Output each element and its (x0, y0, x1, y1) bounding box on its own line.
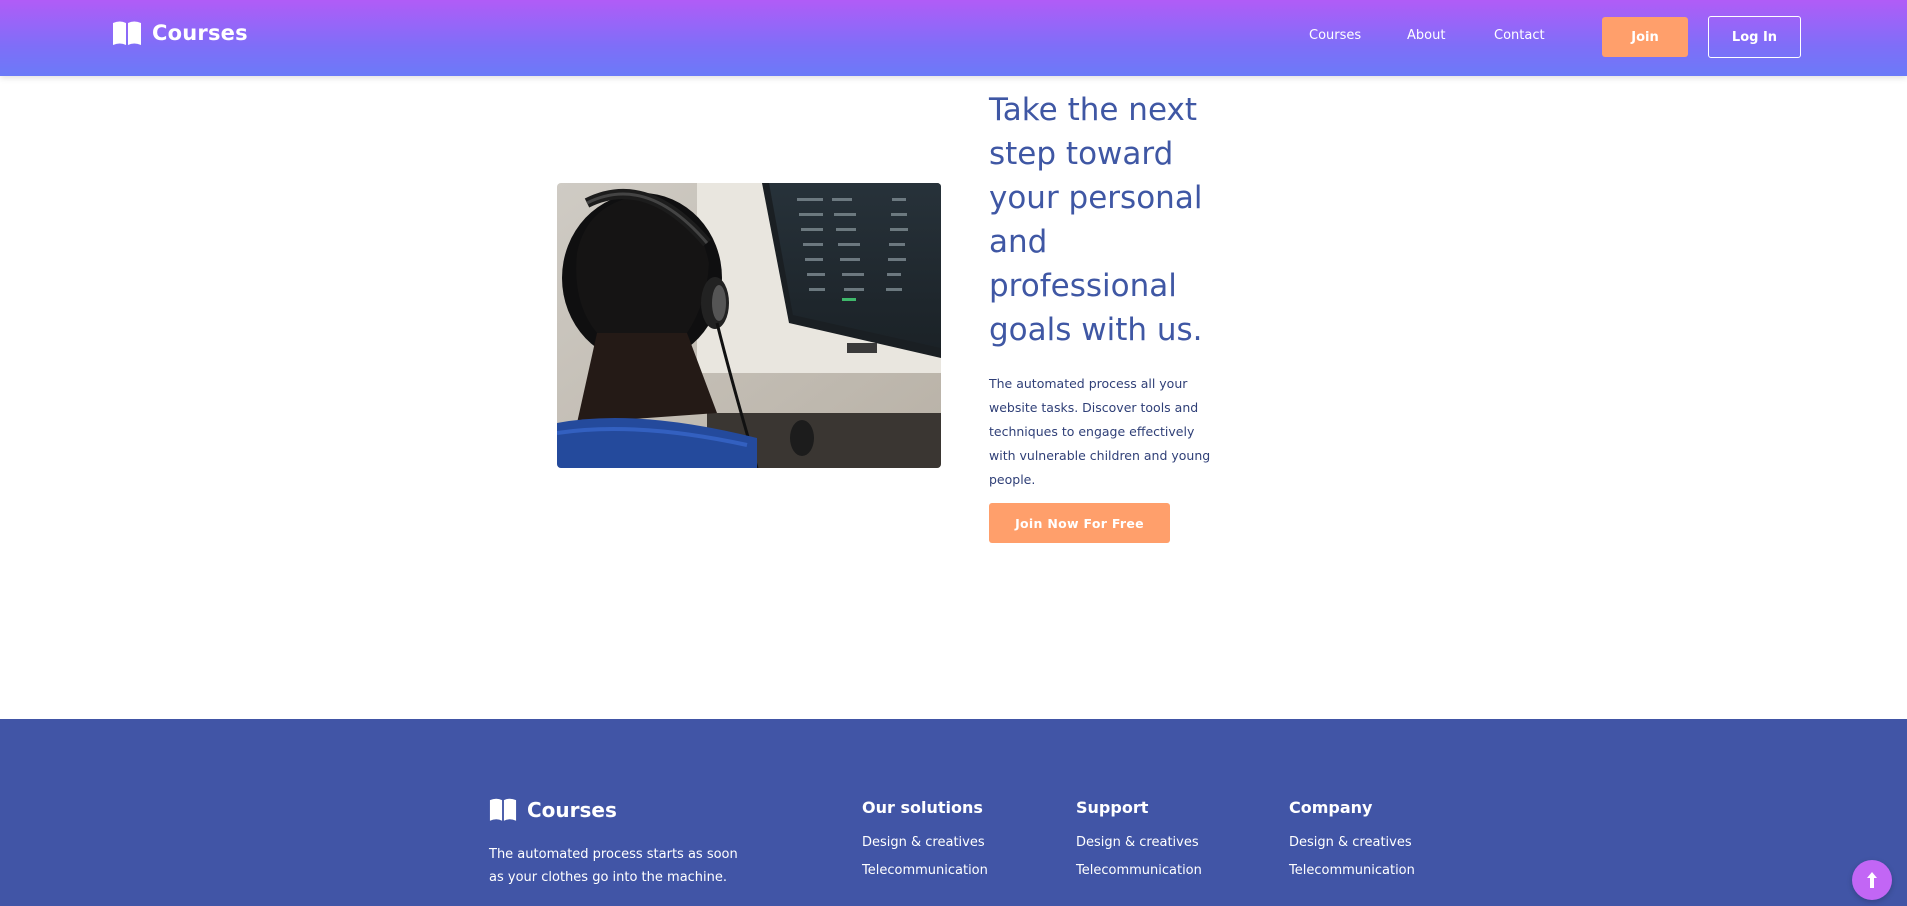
nav-link-contact[interactable]: Contact (1494, 28, 1545, 43)
footer-column-support: Support Design & creatives Telecommunica… (1076, 798, 1202, 891)
nav-link-about[interactable]: About (1407, 28, 1445, 43)
footer-link[interactable]: Telecommunication (862, 863, 988, 878)
nav-link-courses[interactable]: Courses (1309, 28, 1361, 43)
person-with-headphones-illustration (557, 183, 941, 468)
header-brand[interactable]: Courses (112, 20, 248, 46)
footer-column-title: Our solutions (862, 798, 983, 817)
join-button[interactable]: Join (1602, 17, 1688, 57)
footer-column-our-solutions: Our solutions Design & creatives Telecom… (862, 798, 988, 891)
scroll-to-top-button[interactable] (1852, 860, 1892, 900)
footer-link[interactable]: Telecommunication (1076, 863, 1202, 878)
hero-title: Take the next step toward your personal … (989, 92, 1203, 348)
site-header: Courses Courses About Contact Join Log I… (0, 0, 1907, 76)
arrow-up-icon (1867, 872, 1877, 888)
footer-brand[interactable]: Courses (489, 797, 617, 822)
footer-link[interactable]: Design & creatives (1076, 835, 1202, 850)
footer-description: The automated process starts as soon as … (489, 847, 738, 885)
hero-image (557, 183, 941, 468)
footer-brand-name: Courses (527, 797, 617, 822)
footer-column-title: Company (1289, 798, 1373, 817)
book-icon (489, 798, 517, 821)
footer-column-company: Company Design & creatives Telecommunica… (1289, 798, 1415, 891)
footer-link[interactable]: Telecommunication (1289, 863, 1415, 878)
footer-link[interactable]: Design & creatives (1289, 835, 1415, 850)
hero-description: The automated process all your website t… (989, 376, 1211, 487)
join-now-for-free-button[interactable]: Join Now For Free (989, 503, 1170, 543)
book-icon (113, 21, 141, 45)
footer-column-title: Support (1076, 798, 1149, 817)
brand-name: Courses (152, 21, 248, 45)
login-button[interactable]: Log In (1708, 16, 1801, 58)
footer-link[interactable]: Design & creatives (862, 835, 988, 850)
